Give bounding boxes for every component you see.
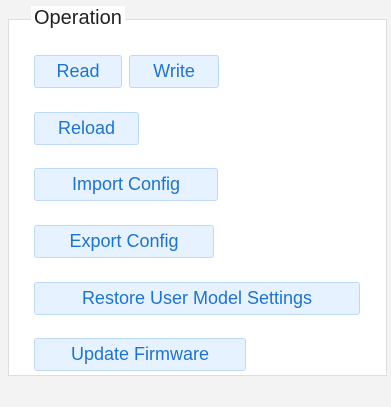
export-config-button[interactable]: Export Config: [34, 225, 214, 258]
write-button[interactable]: Write: [129, 55, 219, 88]
read-button[interactable]: Read: [34, 55, 122, 88]
update-firmware-button[interactable]: Update Firmware: [34, 338, 246, 371]
restore-user-model-settings-button[interactable]: Restore User Model Settings: [34, 282, 360, 315]
reload-button[interactable]: Reload: [34, 112, 139, 145]
import-config-button[interactable]: Import Config: [34, 168, 218, 201]
operation-group-title: Operation: [31, 6, 125, 30]
